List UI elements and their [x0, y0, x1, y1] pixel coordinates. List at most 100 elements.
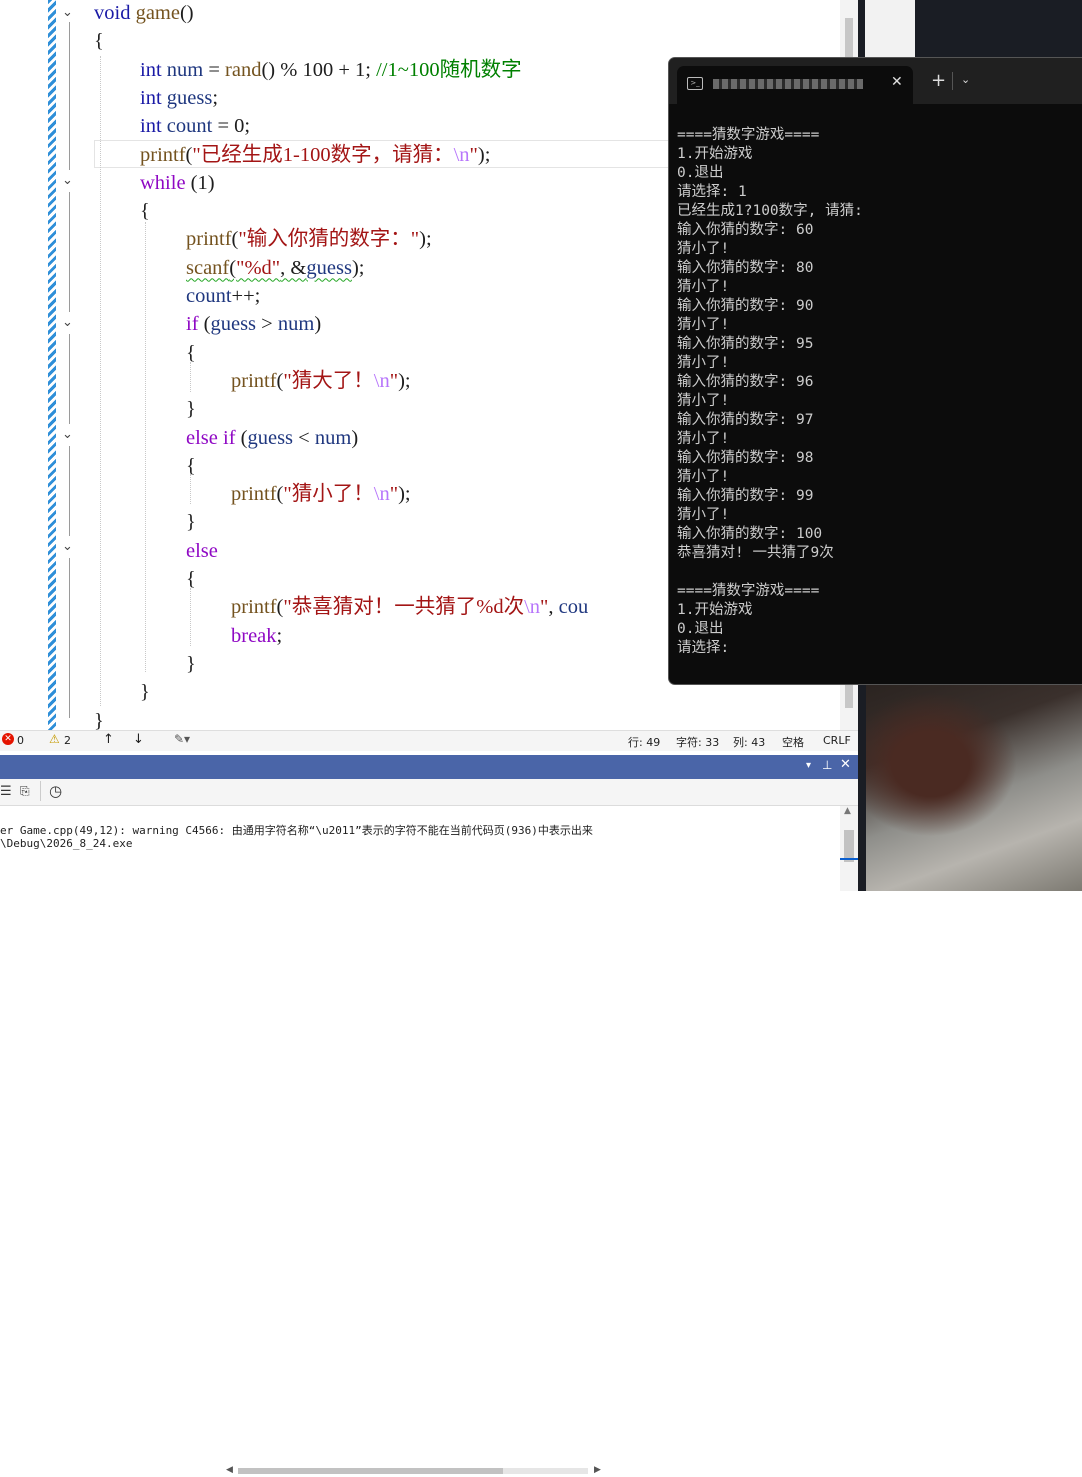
outline-line: [69, 334, 70, 424]
code-token: "%d": [236, 256, 281, 279]
code-token: (: [198, 313, 211, 336]
code-token: }: [186, 652, 196, 675]
code-token: \n: [453, 143, 470, 166]
code-token: while: [140, 171, 186, 194]
code-line[interactable]: count++;: [186, 282, 260, 310]
code-token: }: [186, 511, 196, 534]
code-line[interactable]: break;: [231, 622, 282, 650]
code-line[interactable]: }: [94, 707, 104, 731]
collapse-chevron-icon[interactable]: ⌄: [62, 316, 76, 330]
change-tracking-margin: [48, 0, 56, 730]
brush-icon[interactable]: ✎▾: [174, 732, 190, 746]
scroll-left-icon[interactable]: ◀: [226, 1465, 233, 1475]
terminal-line: 输入你猜的数字: 100: [677, 526, 823, 542]
code-line[interactable]: }: [186, 508, 196, 536]
code-token: "输入你猜的数字：": [238, 228, 420, 251]
scroll-position-marker: [840, 858, 858, 860]
code-line[interactable]: {: [140, 197, 150, 225]
terminal-line: 猜小了!: [677, 279, 730, 295]
list-icon[interactable]: ☰: [0, 784, 12, 799]
code-token: "已经生成1-100数字，请猜：: [192, 143, 454, 166]
output-scrollbar[interactable]: ▲: [840, 806, 858, 891]
error-count[interactable]: 0: [17, 734, 24, 747]
code-token: ): [351, 426, 359, 449]
code-line[interactable]: if (guess > num): [186, 310, 321, 338]
code-line[interactable]: printf("已经生成1-100数字，请猜：\n");: [140, 141, 490, 169]
code-token: num: [277, 313, 315, 336]
terminal-line: 0.退出: [677, 165, 724, 181]
code-line[interactable]: else if (guess < num): [186, 424, 358, 452]
tab-bar-divider: [952, 72, 953, 90]
clock-icon[interactable]: ◷: [49, 782, 62, 800]
terminal-line: 1.开始游戏: [677, 602, 753, 618]
code-token: printf: [231, 483, 277, 506]
arrow-down-icon[interactable]: ↓: [133, 732, 144, 747]
code-token: \n: [524, 596, 541, 619]
code-line[interactable]: void game(): [94, 0, 194, 27]
code-line[interactable]: {: [94, 27, 104, 55]
warning-count[interactable]: 2: [64, 734, 71, 747]
code-token: () % 100 + 1;: [261, 58, 377, 81]
code-line[interactable]: int num = rand() % 100 + 1; //1~100随机数字: [140, 56, 522, 84]
code-line[interactable]: else: [186, 537, 218, 565]
code-token: =: [203, 58, 226, 81]
code-token: break: [231, 624, 277, 647]
new-tab-button[interactable]: +: [931, 70, 946, 91]
terminal-tab[interactable]: >_ ✕: [677, 66, 913, 104]
output-pane[interactable]: er Game.cpp(49,12): warning C4566: 由通用字符…: [0, 806, 858, 891]
terminal-line: 输入你猜的数字: 80: [677, 260, 814, 276]
code-token: ": [389, 369, 399, 392]
code-token: {: [186, 454, 196, 477]
terminal-window[interactable]: >_ ✕ + ⌄ ====猜数字游戏==== 1.开始游戏 0.退出 请选择: 1 已经…: [668, 57, 1082, 685]
code-line[interactable]: int guess;: [140, 84, 218, 112]
close-icon[interactable]: ✕: [891, 74, 903, 90]
char-indicator[interactable]: 字符: 33: [676, 734, 719, 750]
code-line[interactable]: {: [186, 339, 196, 367]
terminal-output[interactable]: ====猜数字游戏==== 1.开始游戏 0.退出 请选择: 1 已经生成1?100数字…: [677, 126, 863, 658]
terminal-line: 猜小了!: [677, 355, 730, 371]
code-line[interactable]: printf("输入你猜的数字：");: [186, 225, 432, 253]
collapse-chevron-icon[interactable]: ⌄: [62, 174, 76, 188]
code-line[interactable]: printf("恭喜猜对！一共猜了%d次\n", cou: [231, 593, 588, 621]
code-line[interactable]: while (1): [140, 169, 215, 197]
dropdown-arrow-icon[interactable]: ▾: [806, 760, 811, 771]
close-icon[interactable]: ✕: [840, 757, 851, 772]
code-line[interactable]: printf("猜小了！\n");: [231, 480, 411, 508]
code-line[interactable]: printf("猜大了！\n");: [231, 367, 411, 395]
horizontal-scrollbar[interactable]: ◀ ▶: [226, 1465, 604, 1477]
column-indicator[interactable]: 列: 43: [733, 734, 765, 750]
code-token: ": [469, 143, 478, 166]
scroll-up-icon[interactable]: ▲: [844, 806, 851, 816]
code-line[interactable]: {: [186, 452, 196, 480]
collapse-chevron-icon[interactable]: ⌄: [62, 6, 76, 20]
arrow-up-icon[interactable]: ↑: [103, 732, 114, 747]
code-token: {: [186, 568, 196, 590]
outline-line: [69, 558, 70, 718]
line-indicator[interactable]: 行: 49: [628, 734, 660, 750]
code-token: //1~100随机数字: [376, 58, 522, 81]
indent-guide: [145, 222, 146, 672]
code-token: ;: [276, 624, 283, 647]
code-line[interactable]: scanf("%d", &guess);: [186, 254, 364, 282]
code-token: (1): [185, 171, 215, 194]
collapse-chevron-icon[interactable]: ⌄: [62, 428, 76, 442]
code-line[interactable]: }: [140, 678, 150, 706]
pin-icon[interactable]: ⊥: [822, 758, 832, 772]
collapse-chevron-icon[interactable]: ⌄: [62, 540, 76, 554]
chevron-down-icon[interactable]: ⌄: [961, 73, 970, 86]
code-line[interactable]: }: [186, 650, 196, 678]
code-token: \n: [373, 483, 390, 506]
line-ending-indicator[interactable]: CRLF: [823, 734, 851, 747]
whitespace-indicator[interactable]: 空格: [782, 734, 804, 750]
code-line[interactable]: int count = 0;: [140, 112, 250, 140]
scroll-right-icon[interactable]: ▶: [594, 1465, 601, 1475]
code-line[interactable]: {: [186, 565, 196, 593]
terminal-line: 输入你猜的数字: 90: [677, 298, 814, 314]
code-token: printf: [140, 143, 186, 166]
scroll-thumb[interactable]: [238, 1468, 503, 1474]
code-token: ,: [548, 596, 559, 619]
code-token: count: [166, 115, 213, 138]
code-line[interactable]: }: [186, 395, 196, 423]
terminal-line: 猜小了!: [677, 241, 730, 257]
word-wrap-icon[interactable]: ⎘: [20, 784, 30, 799]
